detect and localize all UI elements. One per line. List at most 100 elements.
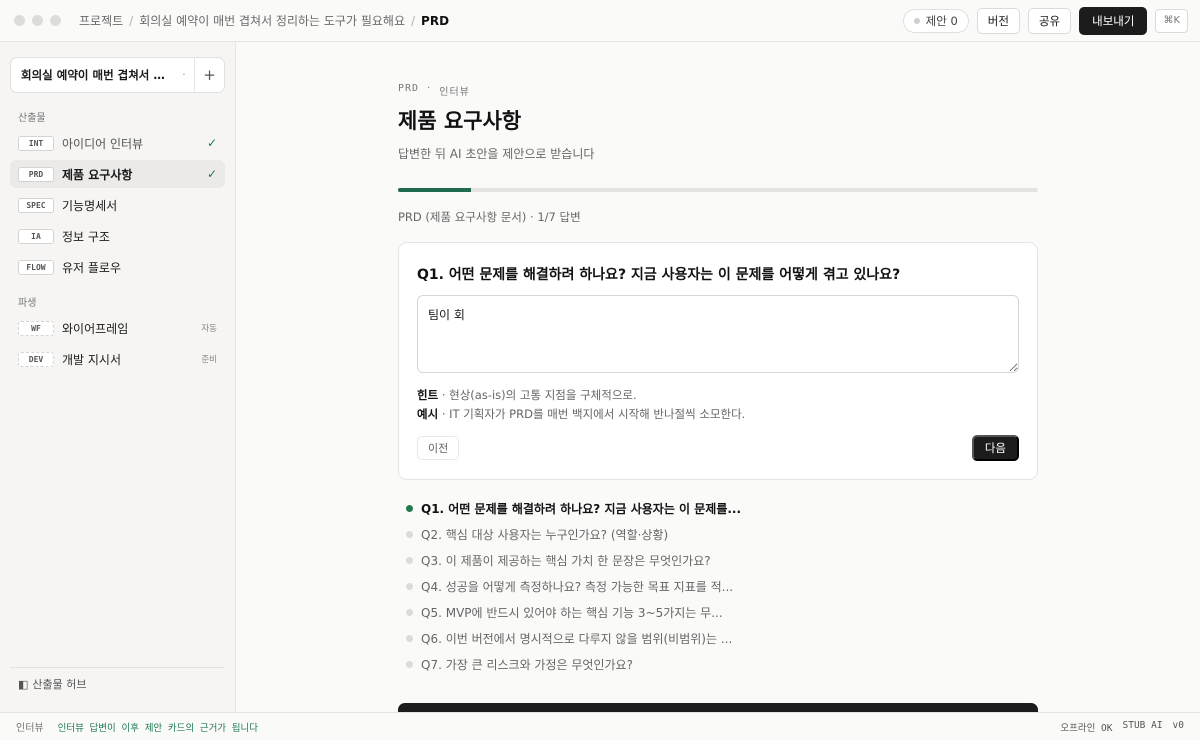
project-selector[interactable]: 회의실 예약이 매번 겹쳐서 정리하는 도구가 필요해요 · + [10, 57, 225, 93]
question-list-label: Q5. MVP에 반드시 있어야 하는 핵심 기능 3~5가지는 무... [421, 605, 723, 620]
sidebar-item-ia[interactable]: IA 정보 구조 [10, 222, 225, 250]
check-icon: ✓ [206, 167, 217, 181]
breadcrumb-current: PRD [421, 13, 450, 28]
bottom-action-bar[interactable] [398, 703, 1038, 712]
hint-text: 힌트 · 현상(as-is)의 고통 지점을 구체적으로. [417, 387, 637, 403]
example-body: · IT 기획자가 PRD를 매번 백지에서 시작해 반나절씩 소모한다. [438, 407, 746, 421]
sidebar-item-flow[interactable]: FLOW 유저 플로우 [10, 253, 225, 281]
previous-button[interactable]: 이전 [417, 436, 460, 460]
status-bar: 인터뷰 인터뷰 답변이 이후 제안 카드의 근거가 됩니다 오프라인 OK ST… [0, 712, 1200, 740]
suggestions-label: 제안 0 [925, 13, 958, 28]
page-title: 제품 요구사항 [398, 109, 522, 133]
sidebar-item-spec[interactable]: SPEC 기능명세서 [10, 191, 225, 219]
check-icon: ✓ [206, 136, 217, 150]
add-project-icon[interactable]: + [194, 58, 224, 92]
dot-menu-icon[interactable]: · [174, 70, 194, 81]
question-card: Q1. 어떤 문제를 해결하려 하나요? 지금 사용자는 이 문제를 어떻게 겪… [398, 242, 1038, 480]
window-controls [14, 15, 61, 26]
window-close-dot[interactable] [14, 15, 25, 26]
active-dot-icon [406, 504, 413, 512]
status-message: 인터뷰 답변이 이후 제안 카드의 근거가 됩니다 [57, 722, 258, 734]
project-name: 회의실 예약이 매번 겹쳐서 정리하는 도구가 필요해요 [21, 68, 174, 82]
question-list-item[interactable]: Q4. 성공을 어떻게 측정하나요? 측정 가능한 목표 지표를 적... [406, 577, 1026, 595]
question-list-label: Q2. 핵심 대상 사용자는 누구인가요? (역할·상황) [421, 527, 669, 542]
sidebar: 회의실 예약이 매번 겹쳐서 정리하는 도구가 필요해요 · + 산출물 INT… [0, 42, 236, 712]
status-mode: 인터뷰 [16, 723, 44, 734]
breadcrumb-separator: / [129, 13, 134, 28]
sidebar-item-label: 유저 플로우 [62, 260, 122, 275]
progress-label: PRD (제품 요구사항 문서) · 1/7 답변 [398, 210, 581, 224]
question-list-item[interactable]: Q2. 핵심 대상 사용자는 누구인가요? (역할·상황) [406, 525, 1026, 543]
breadcrumb-separator: / [411, 13, 416, 28]
sidebar-item-prd[interactable]: PRD 제품 요구사항 ✓ [10, 160, 225, 188]
version-button[interactable]: 버전 [976, 7, 1020, 34]
section-label-outputs: 산출물 [18, 113, 46, 124]
status-badge: 준비 [201, 355, 217, 365]
question-list-item[interactable]: Q5. MVP에 반드시 있어야 하는 핵심 기능 3~5가지는 무... [406, 603, 1026, 621]
question-list-label: Q6. 이번 버전에서 명시적으로 다루지 않을 범위(비범위)는 ... [421, 631, 733, 646]
question-list-label: Q1. 어떤 문제를 해결하려 하나요? 지금 사용자는 이 문제를... [421, 501, 742, 516]
main-content: PRD · 인터뷰 제품 요구사항 답변한 뒤 AI 초안을 제안으로 받습니다… [236, 42, 1200, 712]
top-bar: 프로젝트 / 회의실 예약이 매번 겹쳐서 정리하는 도구가 필요해요 / PR… [0, 0, 1200, 42]
window-minimize-dot[interactable] [32, 15, 43, 26]
ai-status: STUB AI [1122, 719, 1163, 731]
command-palette-shortcut[interactable]: ⌘K [1155, 8, 1188, 33]
status-indicators: 오프라인 OK STUB AI v0 [1060, 720, 1184, 734]
hint-label: 힌트 [417, 388, 439, 402]
sidebar-item-label: 제품 요구사항 [62, 167, 133, 182]
status-badge: 자동 [201, 324, 217, 334]
pending-dot-icon [406, 608, 413, 616]
pending-dot-icon [406, 556, 413, 564]
window-maximize-dot[interactable] [50, 15, 61, 26]
eyebrow-label: 인터뷰 [439, 87, 470, 98]
answer-input[interactable] [417, 295, 1019, 373]
pending-dot-icon [406, 530, 413, 538]
artifact-tag: DEV [18, 351, 54, 367]
question-list-item[interactable]: Q6. 이번 버전에서 명시적으로 다루지 않을 범위(비범위)는 ... [406, 629, 1026, 647]
eyebrow: PRD · 인터뷰 [398, 83, 470, 98]
section-label-derived: 파생 [18, 298, 37, 309]
offline-status: 오프라인 OK [1060, 722, 1113, 734]
pending-dot-icon [406, 634, 413, 642]
artifact-hub-label: 산출물 허브 [32, 678, 87, 691]
breadcrumb-project[interactable]: 회의실 예약이 매번 겹쳐서 정리하는 도구가 필요해요 [139, 12, 405, 29]
version-label: v0 [1172, 719, 1184, 731]
question-list-label: Q7. 가장 큰 리스크와 가정은 무엇인가요? [421, 657, 633, 672]
artifact-tag: WF [18, 320, 54, 336]
question-list-item[interactable]: Q1. 어떤 문제를 해결하려 하나요? 지금 사용자는 이 문제를... [406, 499, 1026, 517]
top-actions: 제안 0 버전 공유 내보내기 ⌘K [902, 6, 1188, 35]
next-button[interactable]: 다음 [971, 435, 1019, 461]
eyebrow-separator: · [427, 83, 432, 94]
example-text: 예시 · IT 기획자가 PRD를 매번 백지에서 시작해 반나절씩 소모한다. [417, 406, 745, 422]
question-list-label: Q3. 이 제품이 제공하는 핵심 가치 한 문장은 무엇인가요? [421, 553, 711, 568]
sidebar-item-label: 아이디어 인터뷰 [62, 136, 144, 151]
artifact-tag: INT [18, 135, 54, 151]
question-list-item[interactable]: Q3. 이 제품이 제공하는 핵심 가치 한 문장은 무엇인가요? [406, 551, 1026, 569]
sidebar-item-label: 기능명세서 [62, 198, 118, 213]
breadcrumb: 프로젝트 / 회의실 예약이 매번 겹쳐서 정리하는 도구가 필요해요 / PR… [79, 12, 449, 29]
eyebrow-code: PRD [398, 83, 420, 94]
pending-dot-icon [406, 660, 413, 668]
panel-icon: ◧ [18, 677, 29, 691]
breadcrumb-root[interactable]: 프로젝트 [79, 12, 123, 29]
sidebar-item-dev[interactable]: DEV 개발 지시서 준비 [10, 345, 225, 373]
question-list-item[interactable]: Q7. 가장 큰 리스크와 가정은 무엇인가요? [406, 655, 1026, 673]
export-button[interactable]: 내보내기 [1079, 6, 1148, 35]
suggestions-badge[interactable]: 제안 0 [902, 8, 969, 33]
share-button[interactable]: 공유 [1027, 7, 1072, 34]
status-dot-icon [913, 17, 920, 24]
artifact-tag: PRD [18, 166, 54, 182]
question-list-label: Q4. 성공을 어떻게 측정하나요? 측정 가능한 목표 지표를 적... [421, 579, 734, 594]
artifact-tag: IA [18, 228, 54, 244]
hint-body: · 현상(as-is)의 고통 지점을 구체적으로. [438, 388, 637, 402]
sidebar-item-label: 와이어프레임 [62, 321, 129, 336]
sidebar-item-wf[interactable]: WF 와이어프레임 자동 [10, 314, 225, 342]
progress-fill [398, 188, 472, 192]
progress-bar [398, 188, 1038, 192]
sidebar-item-int[interactable]: INT 아이디어 인터뷰 ✓ [10, 129, 225, 157]
sidebar-item-label: 개발 지시서 [62, 352, 122, 367]
pending-dot-icon [406, 582, 413, 590]
artifact-tag: SPEC [18, 197, 54, 213]
artifact-hub-link[interactable]: ◧ 산출물 허브 [18, 676, 87, 692]
artifact-tag: FLOW [18, 259, 54, 275]
